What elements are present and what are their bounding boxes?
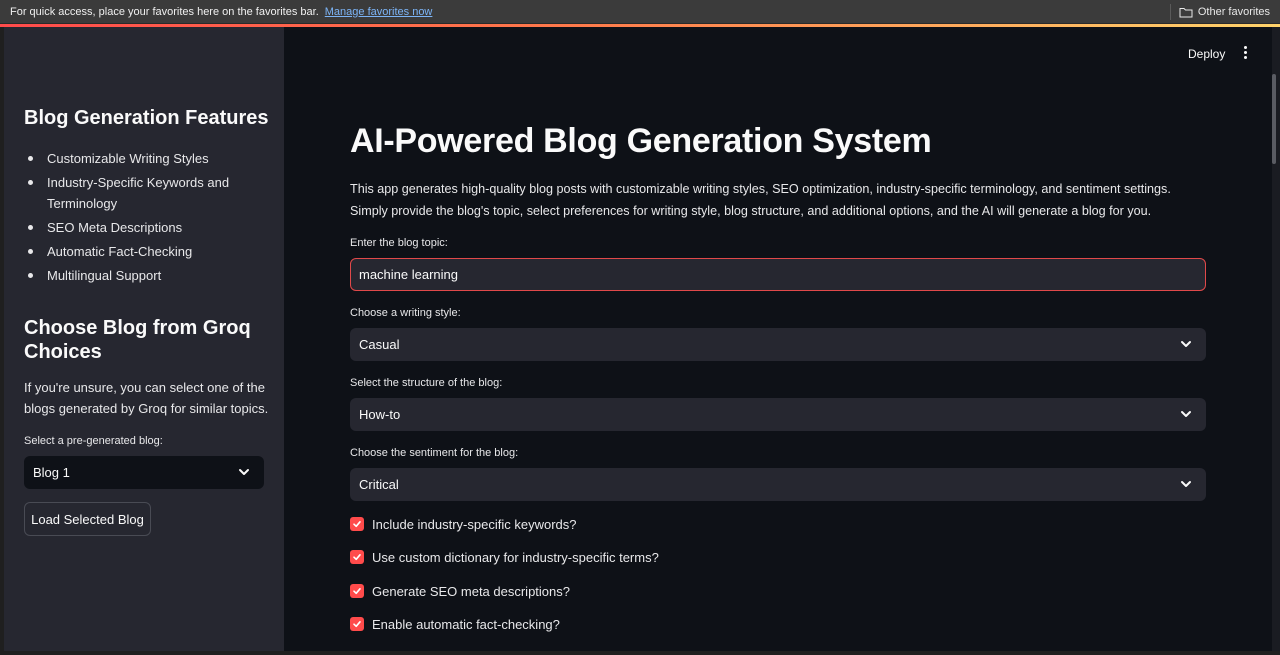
feature-item: SEO Meta Descriptions <box>24 217 274 238</box>
feature-item: Industry-Specific Keywords and Terminolo… <box>24 172 274 214</box>
chevron-down-icon <box>239 469 249 475</box>
structure-value: How-to <box>359 407 401 422</box>
checkmark-icon <box>350 584 364 598</box>
pregenerated-blog-label: Select a pre-generated blog: <box>24 435 163 447</box>
fact-checking-checkbox[interactable]: Enable automatic fact-checking? <box>350 615 560 633</box>
structure-select[interactable]: How-to <box>350 398 1206 431</box>
favorites-message: For quick access, place your favorites h… <box>10 5 319 18</box>
structure-label: Select the structure of the blog: <box>350 377 503 389</box>
topic-label: Enter the blog topic: <box>350 237 448 249</box>
other-favorites-button[interactable]: Other favorites <box>1179 0 1270 24</box>
writing-style-value: Casual <box>359 337 400 352</box>
writing-style-select[interactable]: Casual <box>350 328 1206 361</box>
seo-meta-checkbox[interactable]: Generate SEO meta descriptions? <box>350 582 570 600</box>
sentiment-select[interactable]: Critical <box>350 468 1206 501</box>
sentiment-value: Critical <box>359 477 399 492</box>
writing-style-label: Choose a writing style: <box>350 307 461 319</box>
feature-item: Multilingual Support <box>24 265 274 286</box>
custom-dictionary-checkbox[interactable]: Use custom dictionary for industry-speci… <box>350 548 659 566</box>
intro-text: This app generates high-quality blog pos… <box>350 182 1171 218</box>
load-selected-blog-button[interactable]: Load Selected Blog <box>24 502 151 536</box>
folder-icon <box>1179 8 1193 18</box>
checkmark-icon <box>350 517 364 531</box>
chevron-down-icon <box>1181 411 1191 417</box>
other-favorites-label: Other favorites <box>1197 6 1270 18</box>
checkbox-label: Generate SEO meta descriptions? <box>372 583 570 599</box>
page-title: AI-Powered Blog Generation System <box>350 122 932 160</box>
checkbox-label: Enable automatic fact-checking? <box>372 616 560 632</box>
feature-item: Automatic Fact-Checking <box>24 241 274 262</box>
features-list: Customizable Writing Styles Industry-Spe… <box>24 148 274 289</box>
main-menu-kebab-icon[interactable] <box>1238 46 1252 62</box>
checkbox-label: Include industry-specific keywords? <box>372 516 577 532</box>
topic-input[interactable] <box>350 258 1206 291</box>
feature-item: Customizable Writing Styles <box>24 148 274 169</box>
checkmark-icon <box>350 617 364 631</box>
checkmark-icon <box>350 550 364 564</box>
choices-heading: Choose Blog from Groq Choices <box>24 317 251 363</box>
choices-description: If you're unsure, you can select one of … <box>24 380 269 416</box>
scrollbar-thumb[interactable] <box>1272 74 1276 164</box>
pregenerated-blog-value: Blog 1 <box>33 465 70 480</box>
chevron-down-icon <box>1181 481 1191 487</box>
chevron-down-icon <box>1181 341 1191 347</box>
sentiment-label: Choose the sentiment for the blog: <box>350 447 519 459</box>
features-heading: Blog Generation Features <box>24 107 269 129</box>
deploy-button[interactable]: Deploy <box>1182 45 1231 63</box>
favorites-divider <box>1170 4 1171 20</box>
bottom-border <box>0 651 1280 655</box>
checkbox-label: Use custom dictionary for industry-speci… <box>372 549 659 565</box>
favorites-bar: For quick access, place your favorites h… <box>0 0 1280 24</box>
manage-favorites-link[interactable]: Manage favorites now <box>325 6 433 18</box>
industry-keywords-checkbox[interactable]: Include industry-specific keywords? <box>350 515 576 533</box>
pregenerated-blog-select[interactable]: Blog 1 <box>24 456 264 489</box>
